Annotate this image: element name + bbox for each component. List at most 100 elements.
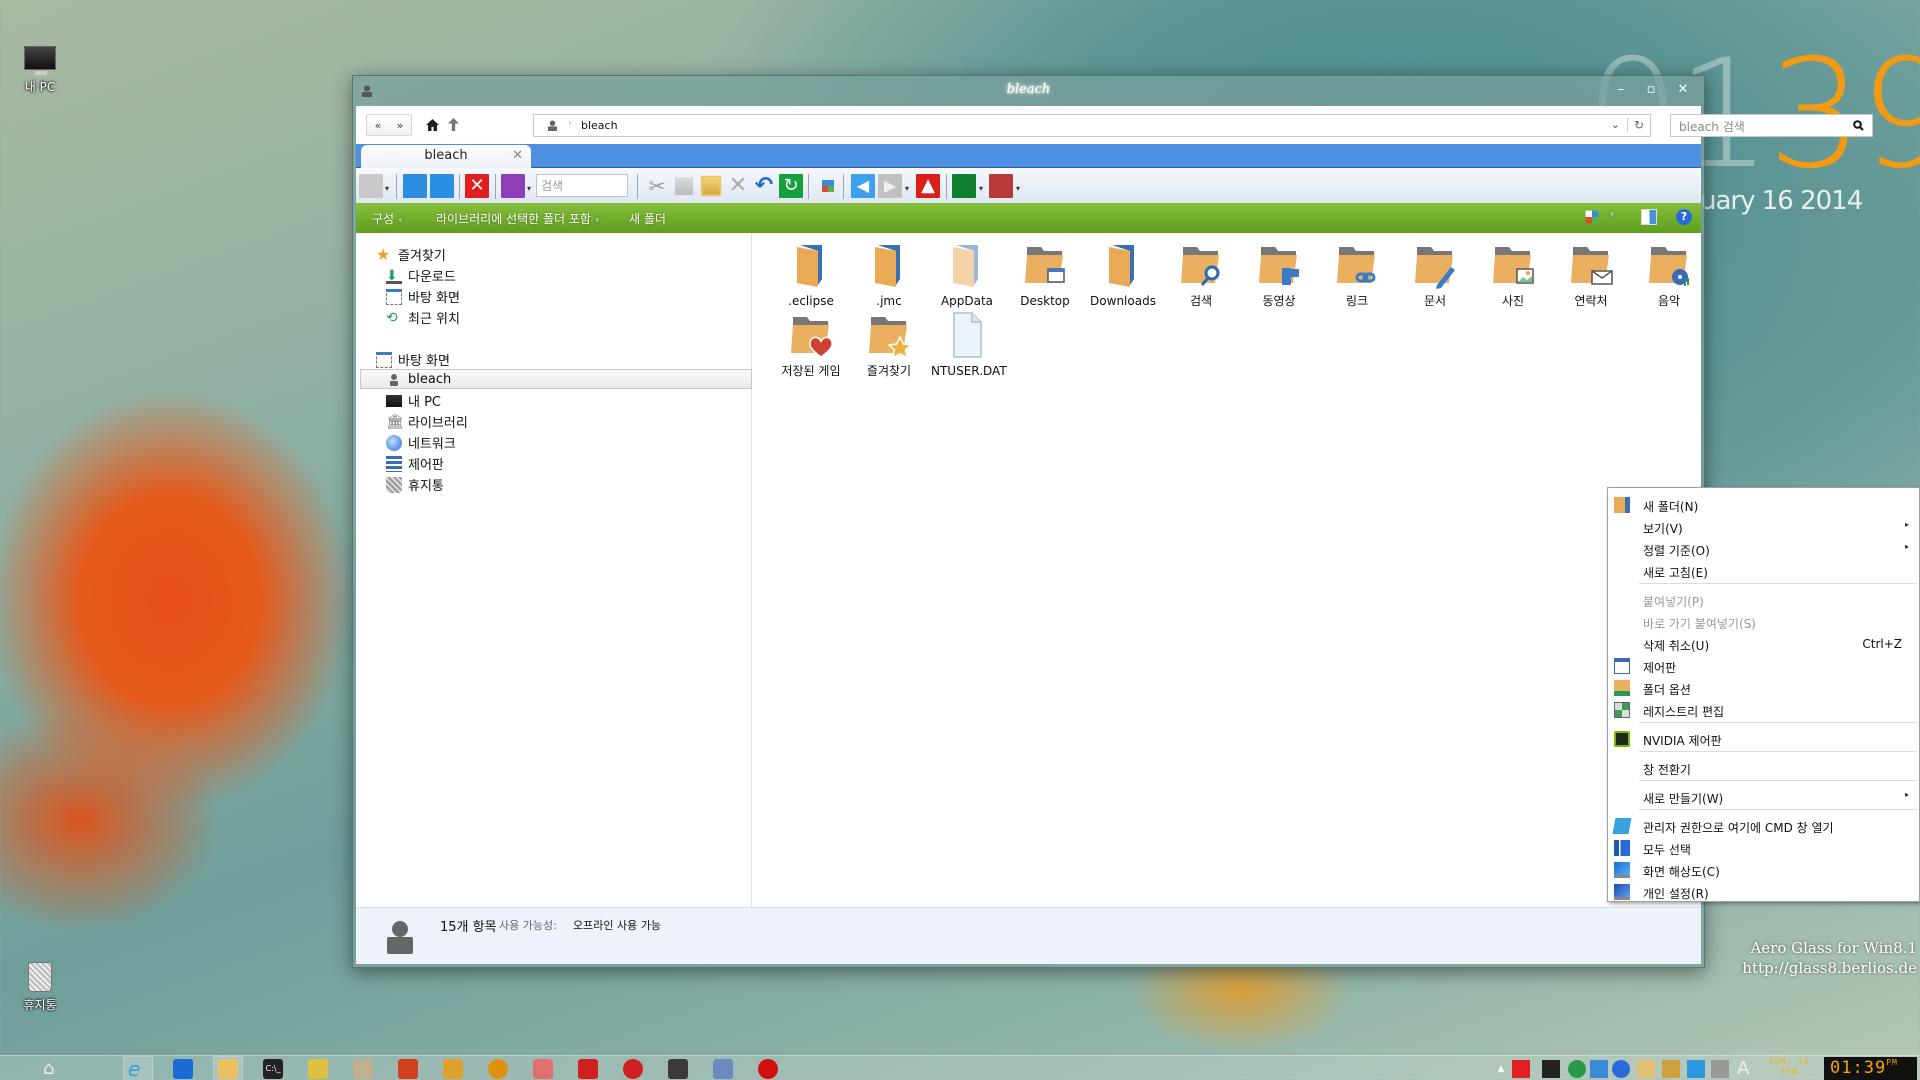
chevron-down-icon[interactable]: ▾	[385, 184, 389, 193]
file-item[interactable]: 음악	[1633, 241, 1705, 308]
nav-desktop[interactable]: 바탕 화면	[376, 350, 450, 369]
chevron-down-icon[interactable]: ▾	[979, 184, 983, 193]
copy-to-button[interactable]	[403, 174, 427, 198]
context-menu-item[interactable]: 새로 만들기(W) ▸	[1608, 786, 1919, 808]
details-view-button[interactable]	[501, 174, 525, 198]
chevron-down-icon[interactable]: ▾	[1016, 184, 1020, 193]
file-item[interactable]: 문서	[1399, 241, 1471, 308]
file-item[interactable]: NTUSER.DAT	[931, 311, 1007, 378]
context-menu-item[interactable]: 새로 고침(E)	[1608, 560, 1919, 582]
nav-downloads[interactable]: ⬇ 다운로드	[386, 266, 456, 285]
home-icon[interactable]	[426, 119, 439, 131]
tray-show-hidden-icon[interactable]: ▲	[1492, 1060, 1510, 1078]
refresh-green-icon[interactable]: ↻	[779, 174, 803, 198]
desktop-icon-my-pc[interactable]: 내 PC	[0, 46, 80, 95]
context-menu-item[interactable]: 폴더 옵션	[1608, 677, 1919, 699]
taskbar-internet-explorer-icon[interactable]: e	[128, 1059, 148, 1079]
file-item[interactable]: Downloads	[1087, 241, 1159, 308]
context-menu-item[interactable]: 제어판	[1608, 655, 1919, 677]
context-menu-item[interactable]: NVIDIA 제어판	[1608, 728, 1919, 750]
taskbar-file-explorer-icon[interactable]	[218, 1059, 238, 1079]
context-menu-item[interactable]: 화면 해상도(C)	[1608, 859, 1919, 881]
delete-red-button[interactable]: ✕	[465, 174, 489, 198]
nav-recent-places[interactable]: ⟲ 최근 위치	[386, 308, 460, 328]
paste-icon[interactable]	[700, 175, 722, 197]
nav-desktop-fav[interactable]: 바탕 화면	[386, 287, 460, 306]
taskbar-search-tool-icon[interactable]	[308, 1059, 328, 1079]
taskbar-app-red-circle-icon[interactable]	[623, 1059, 643, 1079]
context-menu-item[interactable]: 삭제 취소(U) Ctrl+Z	[1608, 633, 1919, 655]
tray-audio-meter-icon[interactable]	[1711, 1060, 1729, 1078]
context-menu-item[interactable]: 모두 선택	[1608, 837, 1919, 859]
taskbar-start-home-icon[interactable]: ⌂	[43, 1059, 63, 1079]
taskbar-virtualbox-icon[interactable]	[713, 1059, 733, 1079]
file-item[interactable]: 연락처	[1555, 241, 1627, 308]
address-dropdown-icon[interactable]: ⌄	[1611, 118, 1620, 131]
file-item[interactable]: .jmc	[853, 241, 925, 308]
copy-icon[interactable]	[675, 177, 693, 195]
context-menu-item[interactable]: 관리자 권한으로 여기에 CMD 창 열기	[1608, 815, 1919, 837]
tray-clipboard-icon[interactable]	[1637, 1060, 1655, 1078]
context-menu-item[interactable]: 개인 설정(R)	[1608, 881, 1919, 903]
taskbar-app-winrar-icon[interactable]	[668, 1059, 688, 1079]
file-item[interactable]: 검색	[1165, 241, 1237, 308]
back-blue-button[interactable]: ◀	[851, 174, 875, 198]
taskbar-power-app-icon[interactable]	[758, 1059, 778, 1079]
preview-pane-icon[interactable]	[1641, 209, 1657, 225]
new-window-button[interactable]	[952, 174, 976, 198]
toolbar-search-input[interactable]: 검색	[536, 174, 628, 197]
nav-favorites[interactable]: ★ 즐겨찾기	[376, 245, 446, 264]
title-bar[interactable]: bleach – ▫ ✕	[353, 76, 1704, 106]
context-menu-item[interactable]: 새 폴더(N)	[1608, 494, 1919, 516]
tab-close-button[interactable]: ✕	[512, 148, 523, 163]
taskbar-app-letter-icon[interactable]	[353, 1059, 373, 1079]
back-button[interactable]: «	[375, 119, 382, 132]
taskbar-ccleaner-icon[interactable]	[398, 1059, 418, 1079]
tray-date[interactable]: SUN, 16 FEB	[1769, 1057, 1810, 1077]
taskbar-app-eraser-icon[interactable]	[533, 1059, 553, 1079]
taskbar-app-installer-icon[interactable]	[578, 1059, 598, 1079]
context-menu-item[interactable]: 창 전환기	[1608, 757, 1919, 779]
include-in-library-menu[interactable]: 라이브러리에 선택한 폴더 포함 ▾	[436, 210, 600, 227]
new-folder-button[interactable]: 새 폴더	[629, 210, 666, 227]
taskbar-aimp-icon[interactable]	[488, 1059, 508, 1079]
chevron-down-icon[interactable]: ▾	[905, 184, 909, 193]
context-menu-item[interactable]: 보기(V) ▸	[1608, 516, 1919, 538]
forward-button[interactable]: »	[397, 119, 404, 132]
chevron-down-icon[interactable]: ▾	[1610, 210, 1615, 220]
nav-control-panel[interactable]: 제어판	[386, 454, 444, 473]
view-grid-button[interactable]	[359, 174, 383, 198]
file-item[interactable]: 저장된 게임	[775, 311, 847, 378]
move-to-button[interactable]	[430, 174, 454, 198]
nav-this-pc[interactable]: 내 PC	[386, 391, 441, 410]
cut-icon[interactable]: ✂	[645, 174, 669, 198]
tray-malwarebytes-icon[interactable]	[1612, 1060, 1630, 1078]
tab-bleach[interactable]: bleach ✕	[361, 145, 531, 168]
file-item[interactable]: AppData	[931, 241, 1003, 308]
file-item[interactable]: .eclipse	[775, 241, 847, 308]
maximize-button[interactable]: ▫	[1637, 80, 1665, 100]
search-input[interactable]: bleach 검색	[1670, 114, 1873, 137]
context-menu-item[interactable]: 레지스트리 편집	[1608, 699, 1919, 721]
tray-font-a-icon[interactable]: A	[1737, 1060, 1755, 1078]
close-button[interactable]: ✕	[1669, 80, 1697, 100]
tray-network-app-icon[interactable]	[1512, 1060, 1530, 1078]
forward-gray-button[interactable]: ▶	[878, 174, 902, 198]
tray-display-icon[interactable]	[1687, 1060, 1705, 1078]
thumbnails-icon[interactable]	[822, 180, 834, 192]
nav-libraries[interactable]: 🏛 라이브러리	[386, 412, 468, 432]
bookmark-button[interactable]	[989, 174, 1013, 198]
tray-clock[interactable]: 01:39PM	[1824, 1057, 1917, 1080]
file-item[interactable]: 링크	[1321, 241, 1393, 308]
nav-bleach[interactable]: bleach	[386, 370, 451, 389]
up-arrow-icon[interactable]	[448, 118, 459, 131]
nav-recycle-bin[interactable]: 휴지통	[386, 475, 444, 494]
breadcrumb-bleach[interactable]: bleach	[581, 119, 618, 132]
nav-network[interactable]: 네트워크	[386, 433, 456, 452]
chevron-down-icon[interactable]: ▾	[527, 184, 531, 193]
refresh-icon[interactable]: ↻	[1626, 118, 1644, 132]
taskbar-app-puzzle-icon[interactable]	[443, 1059, 463, 1079]
file-item[interactable]: 즐겨찾기	[853, 311, 925, 378]
file-item[interactable]: 사진	[1477, 241, 1549, 308]
address-bar[interactable]: › bleach ⌄ ↻	[533, 114, 1651, 137]
